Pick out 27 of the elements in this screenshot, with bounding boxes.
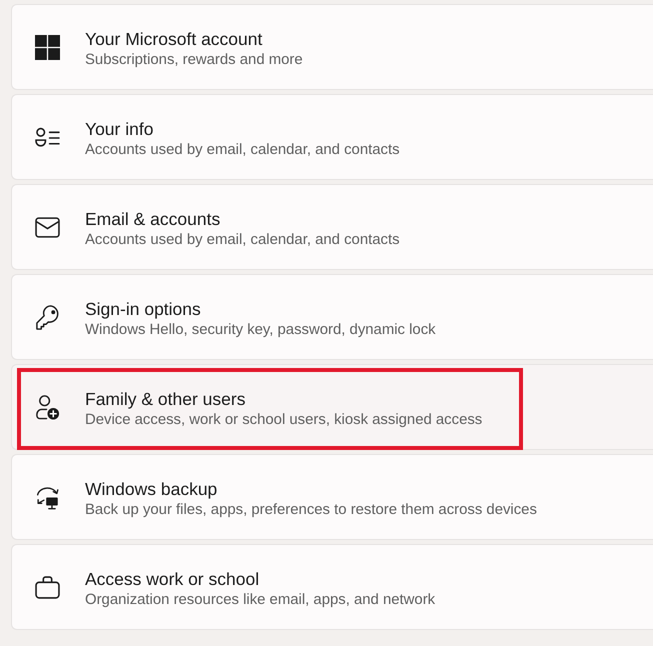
item-description: Back up your files, apps, preferences to restore them across devices <box>85 500 537 520</box>
key-icon <box>35 304 60 330</box>
item-title: Access work or school <box>85 568 260 590</box>
settings-card[interactable]: Family & other users Device access, work or school users, kiosk assigned access <box>11 364 653 450</box>
item-title: Sign-in options <box>85 298 202 320</box>
item-title: Your info <box>85 118 154 140</box>
item-description: Device access, work or school users, kiosk assigned access <box>85 410 482 430</box>
briefcase-icon <box>35 574 60 600</box>
item-description: Accounts used by email, calendar, and contacts <box>85 230 400 250</box>
item-title: Family & other users <box>85 388 246 410</box>
envelope-icon <box>35 214 60 240</box>
settings-card[interactable]: Email & accounts Accounts used by email, calendar, and contacts <box>11 184 653 270</box>
item-description: Subscriptions, rewards and more <box>85 50 303 70</box>
item-description: Windows Hello, security key, password, dynamic lock <box>85 320 436 340</box>
item-title: Windows backup <box>85 478 218 500</box>
settings-card[interactable]: Your info Accounts used by email, calendar, and contacts <box>11 94 653 180</box>
person-add-icon <box>35 394 60 420</box>
four-squares-icon <box>35 34 60 60</box>
settings-card[interactable]: Windows backup Back up your files, apps, preferences to restore them across devices <box>11 454 653 540</box>
item-title: Your Microsoft account <box>85 28 264 50</box>
settings-card[interactable]: Access work or school Organization resources like email, apps, and network <box>11 544 653 630</box>
backup-sync-icon <box>35 484 60 510</box>
item-description: Accounts used by email, calendar, and contacts <box>85 140 400 160</box>
settings-card[interactable]: Sign-in options Windows Hello, security key, password, dynamic lock <box>11 274 653 360</box>
settings-card[interactable]: Your Microsoft account Subscriptions, rewards and more <box>11 4 653 90</box>
item-description: Organization resources like email, apps, and network <box>85 590 436 610</box>
item-title: Email & accounts <box>85 208 222 230</box>
